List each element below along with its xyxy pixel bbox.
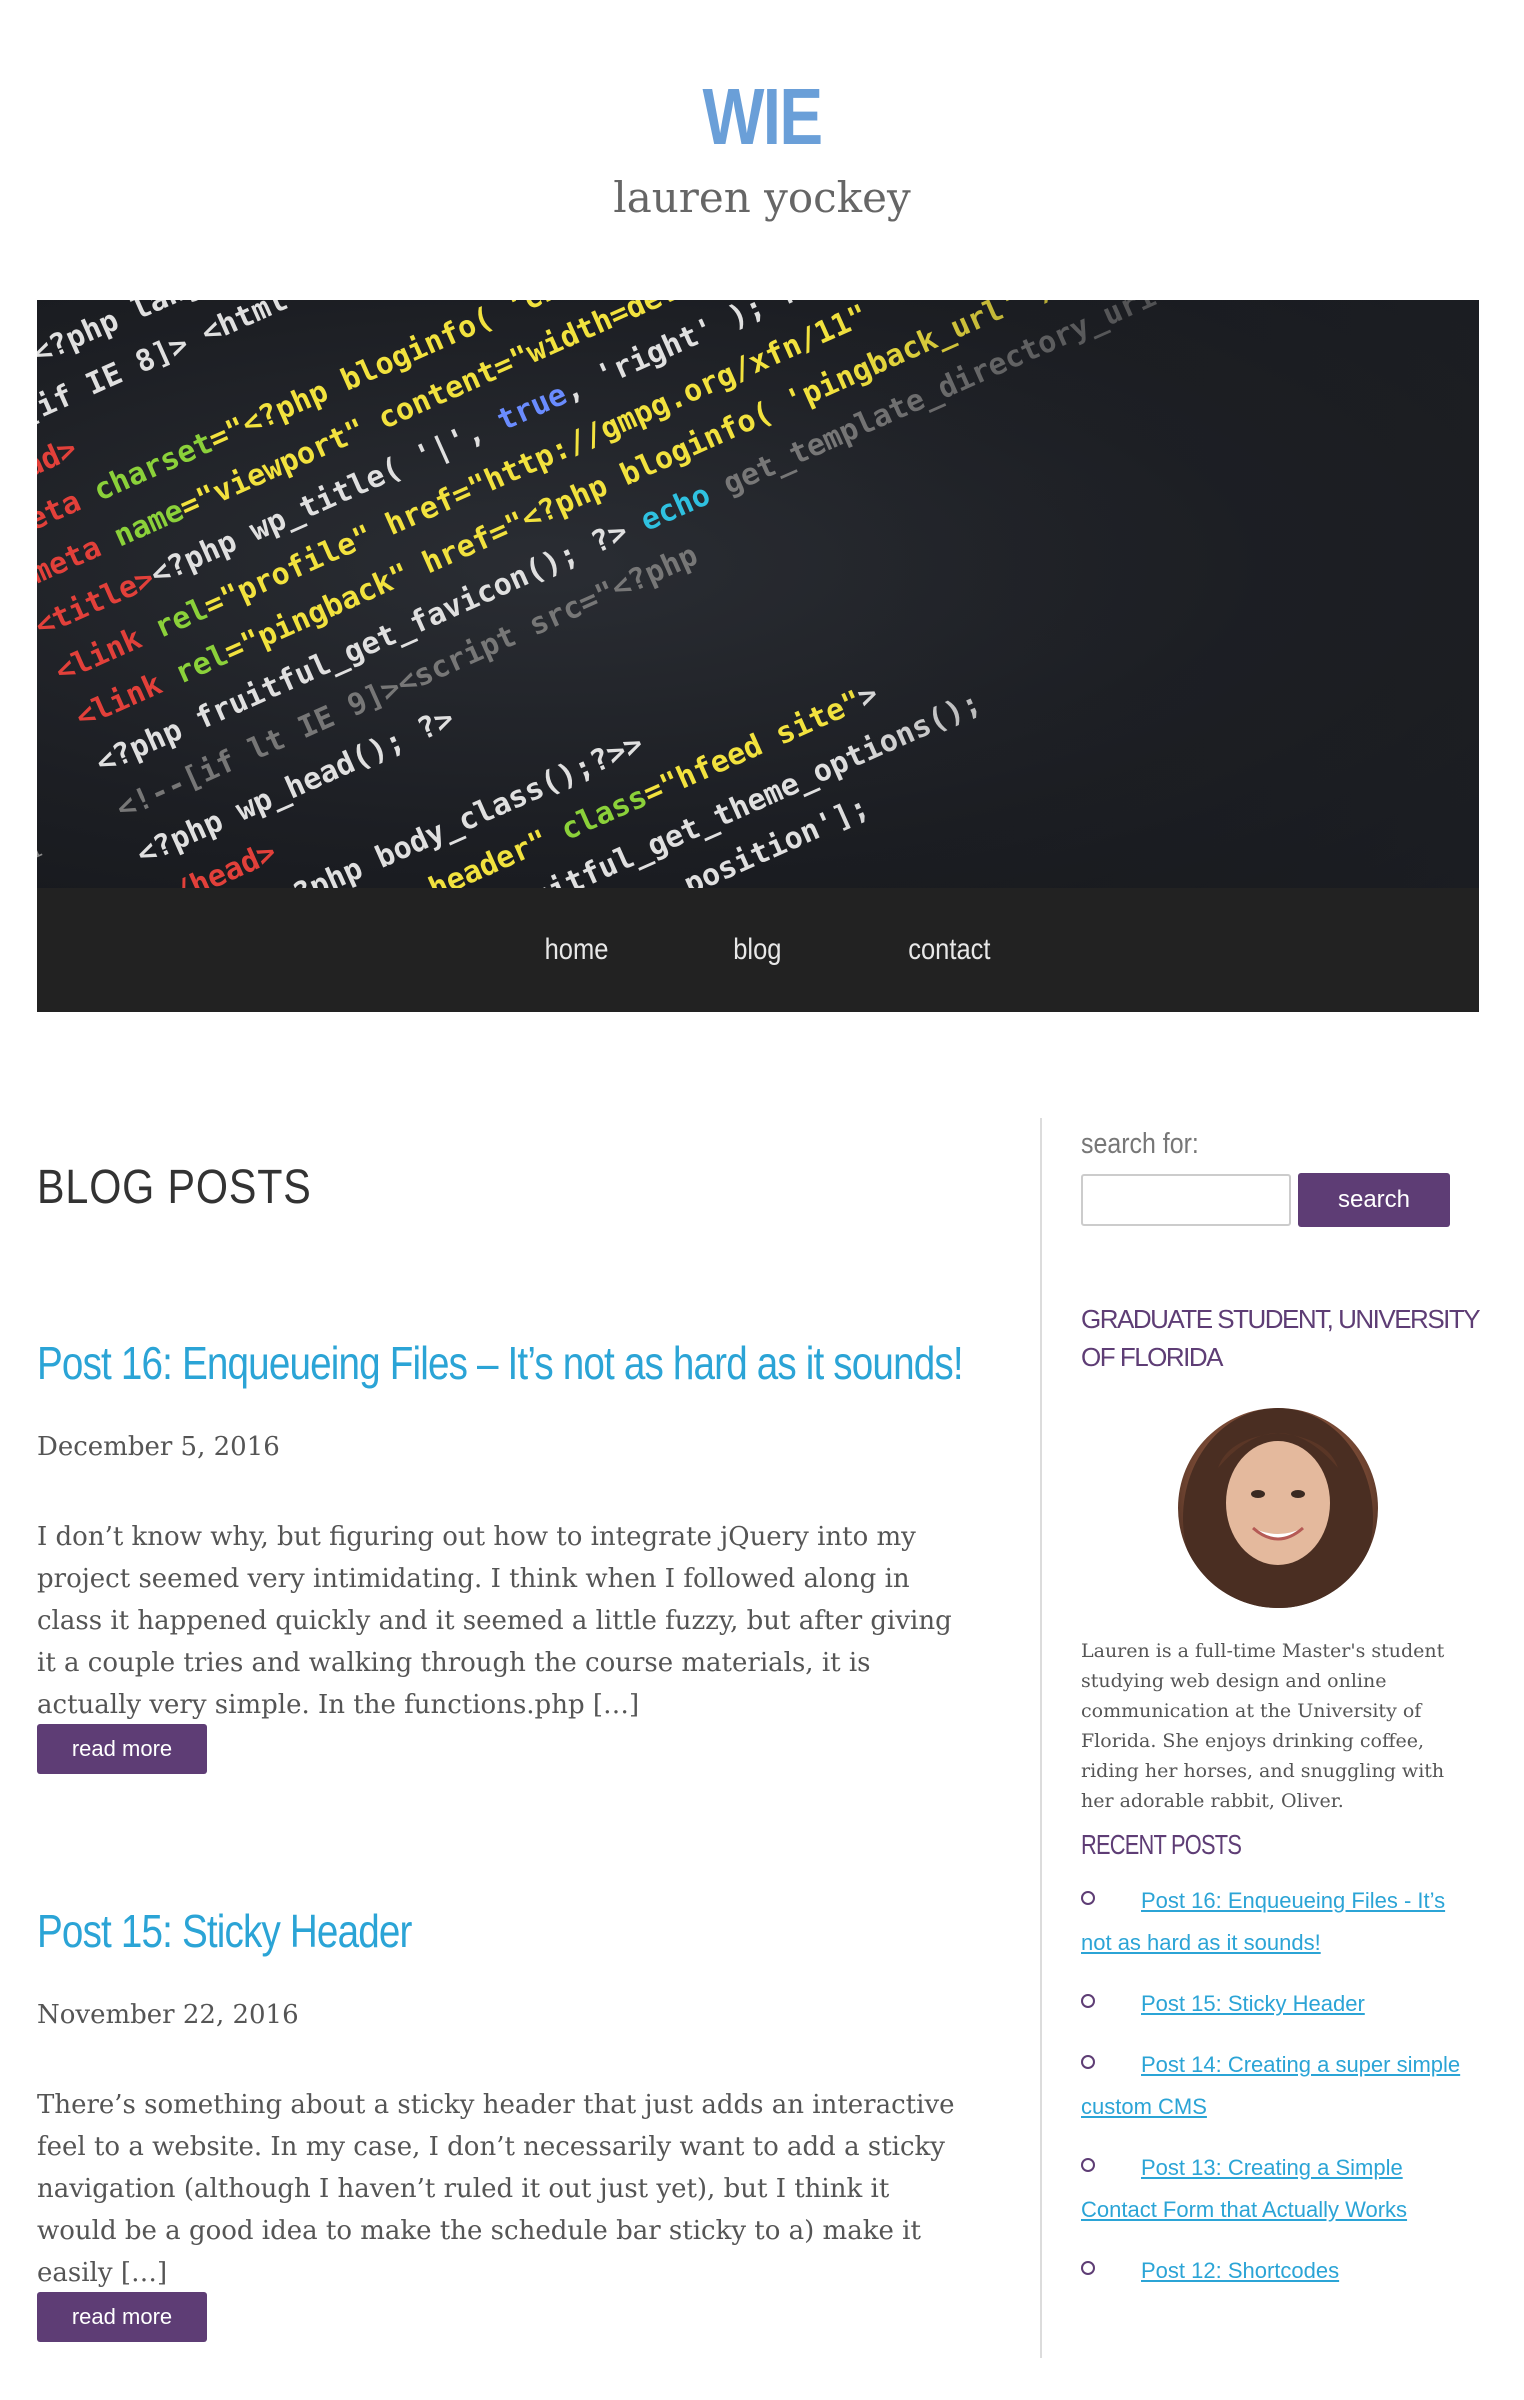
post-date: November 22, 2016 xyxy=(37,2000,299,2030)
list-item: Post 16: Enqueueing Files - It’s not as … xyxy=(1081,1880,1481,1964)
recent-post-link[interactable]: Post 12: Shortcodes xyxy=(1141,2258,1339,2283)
site-title[interactable]: WIE xyxy=(137,72,1387,162)
post-date: December 5, 2016 xyxy=(37,1432,280,1462)
search-label: search for: xyxy=(1081,1128,1199,1160)
read-more-button[interactable]: read more xyxy=(37,2292,207,2342)
profile-photo xyxy=(1183,1408,1373,1608)
nav-blog-link[interactable]: blog xyxy=(733,933,781,967)
hero-code-image: <html <?php language_attributes(); ?> <!… xyxy=(37,300,1479,888)
list-item: Post 14: Creating a super simple custom … xyxy=(1081,2044,1481,2128)
section-title: BLOG POSTS xyxy=(37,1161,312,1214)
recent-posts-title: RECENT POSTS xyxy=(1081,1829,1242,1860)
profile-avatar xyxy=(1178,1408,1378,1608)
hero-code-graphic: <html <?php language_attributes(); ?> <!… xyxy=(37,300,1479,888)
recent-post-link[interactable]: Post 13: Creating a Simple Contact Form … xyxy=(1081,2155,1407,2222)
recent-posts-list: Post 16: Enqueueing Files - It’s not as … xyxy=(1081,1880,1481,2311)
nav-links: home blog contact xyxy=(37,888,1479,1012)
circle-bullet-icon xyxy=(1081,1994,1095,2009)
circle-bullet-icon xyxy=(1081,1891,1095,1906)
search-input[interactable] xyxy=(1081,1174,1291,1226)
column-divider xyxy=(1040,1118,1042,2358)
nav-home-link[interactable]: home xyxy=(544,933,608,967)
recent-post-link[interactable]: Post 15: Sticky Header xyxy=(1141,1991,1365,2016)
main-navigation: home blog contact xyxy=(37,888,1479,1012)
circle-bullet-icon xyxy=(1081,2158,1095,2173)
page: WIE lauren yockey <html <?php language_a… xyxy=(0,0,1524,2400)
read-more-button[interactable]: read more xyxy=(37,1724,207,1774)
post-title-link[interactable]: Post 16: Enqueueing Files – It’s not as … xyxy=(37,1336,964,1390)
circle-bullet-icon xyxy=(1081,2055,1095,2070)
post-excerpt: I don’t know why, but figuring out how t… xyxy=(37,1522,952,1720)
author-bio: Lauren is a full-time Master's student s… xyxy=(1081,1640,1445,1812)
recent-post-link[interactable]: Post 14: Creating a super simple custom … xyxy=(1081,2052,1460,2119)
nav-contact-link[interactable]: contact xyxy=(908,933,990,967)
profile-widget-title: GRADUATE STUDENT, UNIVERSITY OF FLORIDA xyxy=(1081,1304,1480,1372)
post-title-link[interactable]: Post 15: Sticky Header xyxy=(37,1904,412,1958)
recent-post-link[interactable]: Post 16: Enqueueing Files - It’s not as … xyxy=(1081,1888,1445,1955)
circle-bullet-icon xyxy=(1081,2261,1095,2276)
post-excerpt: There’s something about a sticky header … xyxy=(37,2090,955,2288)
site-subtitle: lauren yockey xyxy=(613,173,911,222)
list-item: Post 13: Creating a Simple Contact Form … xyxy=(1081,2147,1481,2231)
list-item: Post 12: Shortcodes xyxy=(1081,2250,1481,2292)
list-item: Post 15: Sticky Header xyxy=(1081,1983,1481,2025)
search-button[interactable]: search xyxy=(1298,1173,1450,1227)
